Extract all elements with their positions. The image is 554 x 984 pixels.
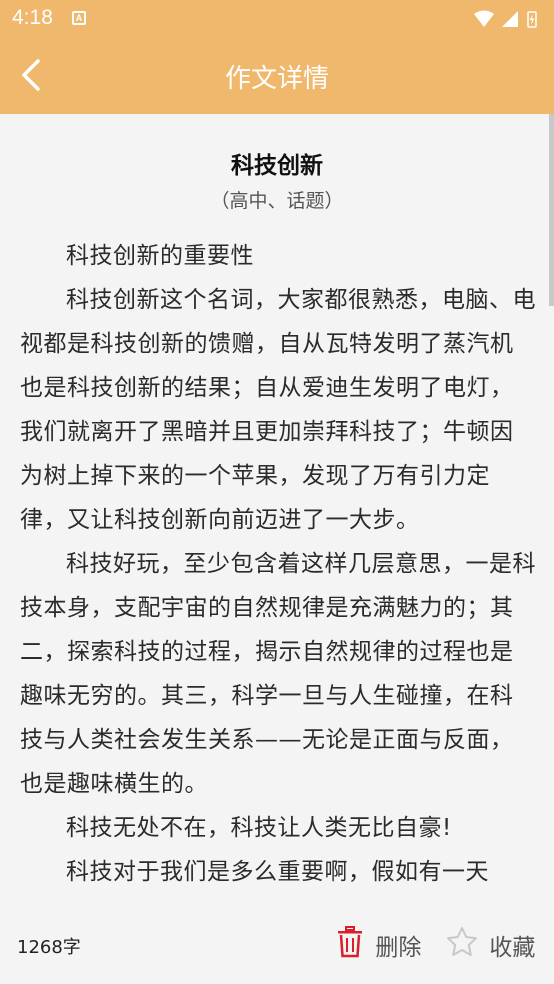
status-bar: 4:18 A (0, 0, 554, 38)
article-paragraph: 科技创新这个名词，大家都很熟悉，电脑、电视都是科技创新的馈赠，自从瓦特发明了蒸汽… (20, 287, 536, 533)
favorite-label: 收藏 (489, 935, 536, 961)
notification-icon: A (72, 11, 86, 25)
wifi-signal-battery-icon (474, 10, 537, 28)
article-content[interactable]: 科技创新 （高中、话题） 科技创新的重要性 科技创新这个名词，大家都很熟悉，电脑… (0, 114, 554, 904)
trash-icon (336, 926, 364, 964)
app-bar: 作文详情 (0, 38, 554, 114)
article-title: 科技创新 (231, 153, 323, 179)
article-subtitle: （高中、话题） (210, 190, 344, 212)
article-paragraph: 科技对于我们是多么重要啊，假如有一天 (66, 859, 489, 885)
page-title: 作文详情 (224, 64, 329, 94)
article-paragraph: 科技创新的重要性 (66, 243, 254, 269)
favorite-button[interactable]: 收藏 (446, 926, 535, 962)
article-paragraph: 科技好玩，至少包含着这样几层意思，一是科技本身，支配宇宙的自然规律是充满魅力的；… (20, 551, 536, 797)
status-time: 4:18 (12, 6, 53, 29)
bottom-bar: 1268字 删除 收藏 (0, 904, 554, 984)
article-body: 科技创新的重要性 科技创新这个名词，大家都很熟悉，电脑、电视都是科技创新的馈赠，… (20, 234, 536, 894)
delete-label: 删除 (375, 935, 422, 961)
status-icons (472, 8, 544, 34)
article-paragraph: 科技无处不在，科技让人类无比自豪! (66, 815, 452, 841)
delete-button[interactable]: 删除 (336, 926, 421, 962)
word-count: 1268字 (17, 937, 81, 958)
star-icon (446, 926, 478, 964)
